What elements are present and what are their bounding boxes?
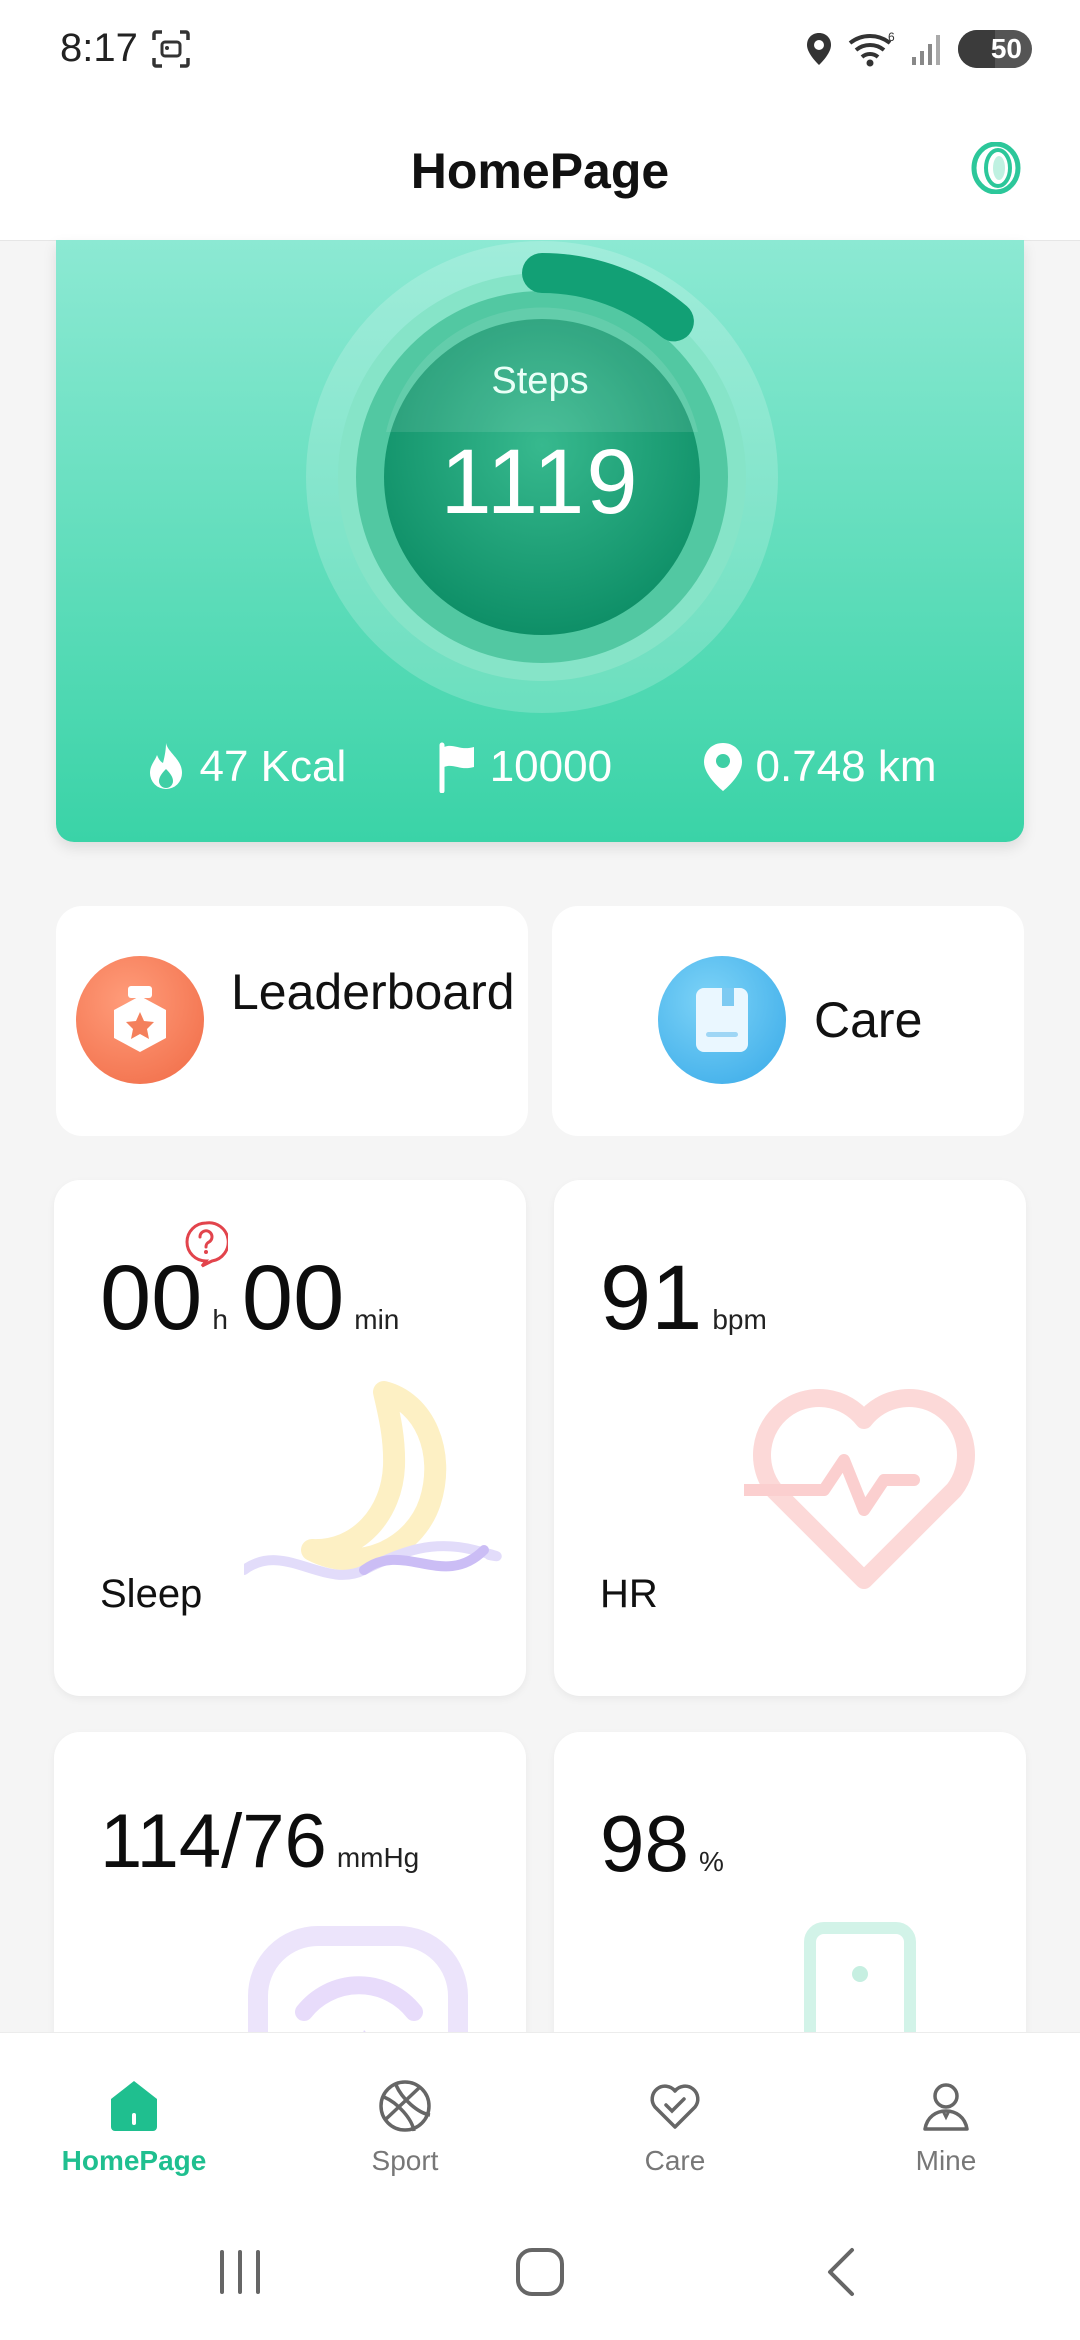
blood-pressure-card[interactable]: 114/76 mmHg (54, 1732, 526, 2072)
sleep-hours-unit: h (212, 1304, 228, 1335)
home-icon (111, 2081, 157, 2131)
basketball-icon (379, 2080, 431, 2132)
svg-text:6: 6 (888, 30, 895, 44)
nav-homepage-label: HomePage (61, 2145, 207, 2176)
sleep-minutes-unit: min (354, 1304, 400, 1335)
leaderboard-label: Leaderboard (231, 964, 515, 1020)
location-pin-icon (703, 743, 742, 791)
nav-care-label: Care (644, 2145, 706, 2176)
blood-pressure-unit: mmHg (336, 1842, 420, 1873)
steps-metrics: 47 Kcal 10000 0.748 km (56, 732, 1024, 802)
leaderboard-card[interactable]: Leaderboard (56, 906, 528, 1136)
location-icon (807, 33, 831, 65)
nav-mine-label: Mine (915, 2145, 977, 2176)
spo2-card[interactable]: 98 % (554, 1732, 1026, 2072)
status-bar: 8:17 6 50 (0, 0, 1080, 100)
system-nav-bar (0, 2202, 1080, 2340)
nav-sport-label: Sport (371, 2145, 439, 2176)
nav-mine[interactable]: Mine (826, 2077, 1066, 2177)
app-header: HomePage (0, 100, 1080, 241)
medal-icon (76, 956, 204, 1084)
heart-pulse-icon (744, 1389, 975, 1589)
blood-pressure-value-group: 114/76 mmHg (100, 1798, 433, 1885)
moon-icon (244, 1381, 502, 1580)
sleep-card[interactable]: 00 h 00 min Sleep (54, 1180, 526, 1696)
smart-ring-icon[interactable] (970, 142, 1022, 194)
heart-rate-label: HR (600, 1572, 658, 1616)
nav-care[interactable]: Care (555, 2077, 795, 2177)
heart-icon (650, 2084, 700, 2129)
bottom-nav: HomePage Sport Care Mine (0, 2032, 1080, 2203)
flame-icon (150, 743, 183, 789)
goal-metric: 10000 (434, 741, 612, 793)
blood-pressure-value: 114/76 (100, 1799, 327, 1884)
spo2-unit: % (698, 1846, 724, 1877)
steps-value: 1119 (440, 431, 640, 533)
steps-label: Steps (491, 360, 589, 402)
battery-level: 50 (990, 33, 1022, 64)
back-icon[interactable] (814, 2242, 874, 2302)
book-icon (658, 956, 786, 1084)
person-icon (923, 2083, 969, 2131)
goal-value: 10000 (489, 742, 613, 791)
calories-value: 47 Kcal (199, 742, 347, 791)
distance-value: 0.748 km (755, 742, 937, 791)
screenshot-icon (152, 30, 190, 68)
status-time: 8:17 (60, 26, 138, 70)
spo2-value: 98 (600, 1799, 689, 1888)
battery-icon: 50 (958, 30, 1032, 68)
nav-homepage[interactable]: HomePage (14, 2077, 254, 2177)
page-title: HomePage (410, 143, 670, 199)
sleep-label: Sleep (100, 1572, 203, 1616)
home-button-icon[interactable] (510, 2242, 570, 2302)
care-label: Care (814, 992, 923, 1048)
status-icons: 6 50 (804, 26, 1032, 72)
sleep-minutes: 00 (241, 1247, 345, 1349)
distance-metric: 0.748 km (700, 741, 937, 793)
care-card[interactable]: Care (552, 906, 1024, 1136)
heart-rate-card[interactable]: 91 bpm HR (554, 1180, 1026, 1696)
calories-metric: 47 Kcal (143, 741, 346, 793)
recent-apps-icon[interactable] (210, 2242, 270, 2302)
heart-rate-value: 91 (600, 1247, 703, 1349)
steps-card[interactable]: Steps 1119 47 Kcal 10000 0.748 km (56, 240, 1024, 842)
heart-rate-value-group: 91 bpm (600, 1246, 781, 1351)
help-question-icon[interactable] (184, 1220, 228, 1268)
sleep-value: 00 h 00 min (100, 1246, 413, 1351)
spo2-value-group: 98 % (600, 1798, 738, 1890)
heart-rate-unit: bpm (712, 1304, 767, 1335)
flag-icon (439, 742, 474, 793)
nav-sport[interactable]: Sport (285, 2077, 525, 2177)
signal-icon (912, 35, 940, 65)
wifi-icon: 6 (848, 30, 895, 67)
